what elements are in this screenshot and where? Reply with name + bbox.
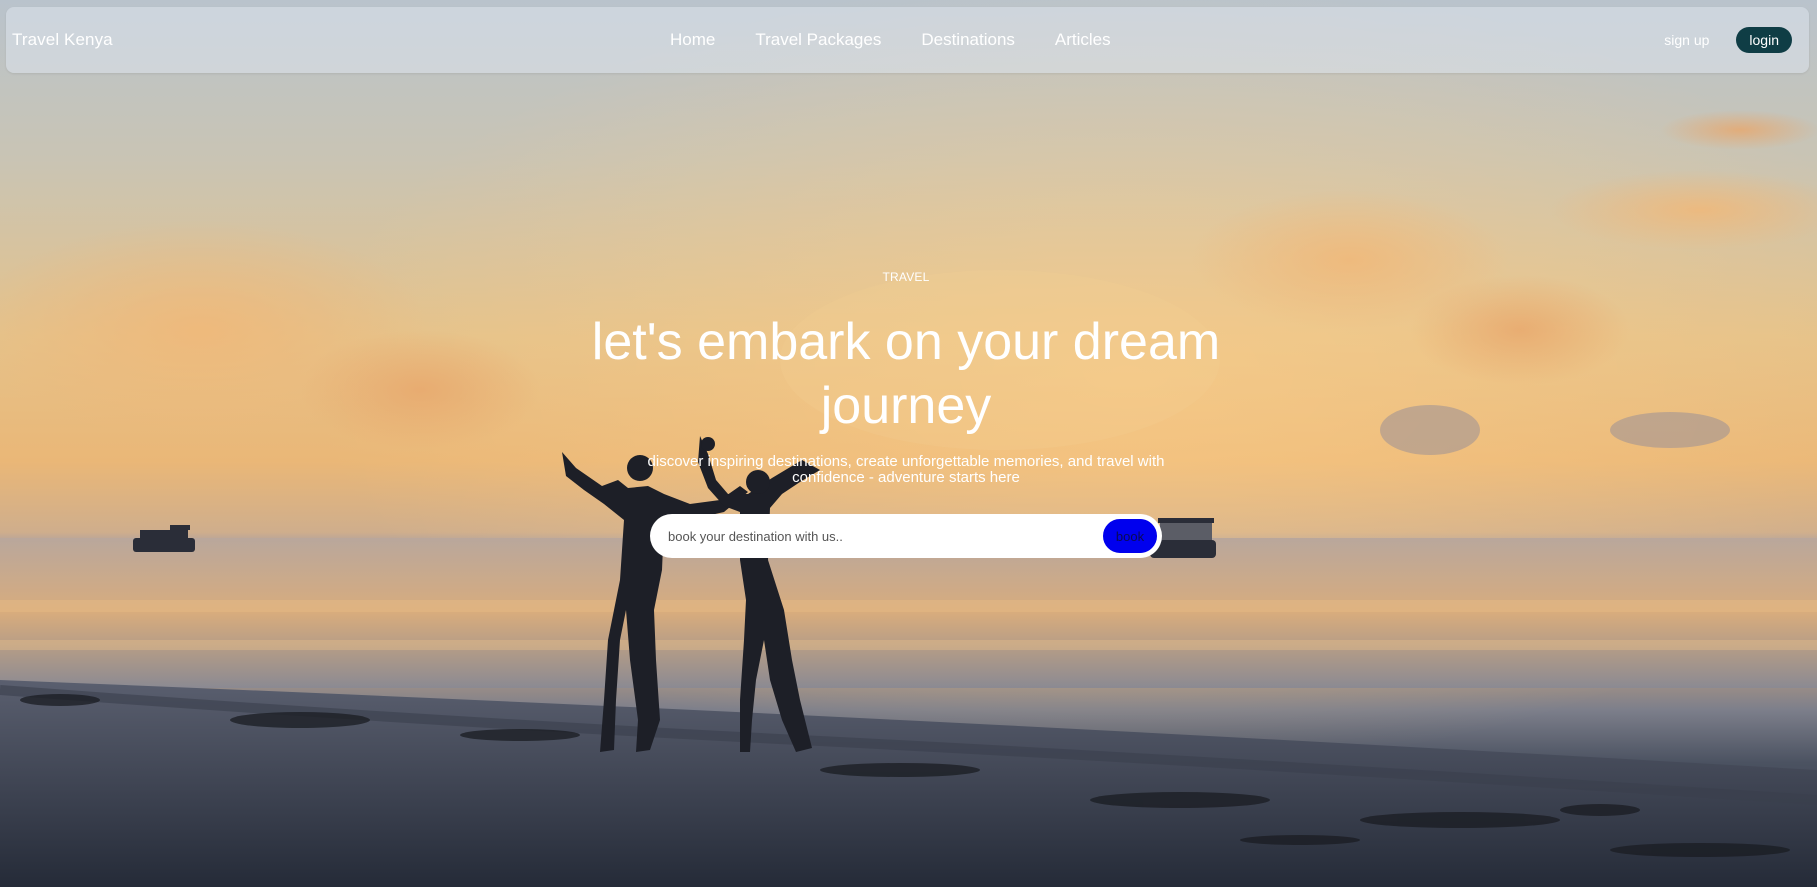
hero-eyebrow: TRAVEL — [882, 270, 930, 284]
destination-search-input[interactable] — [668, 514, 1068, 558]
hero-subtext: discover inspiring destinations, create … — [647, 453, 1165, 486]
hero-headline: let's embark on your dream journey — [591, 313, 1221, 435]
book-button[interactable]: book — [1101, 517, 1159, 555]
destination-search-bar: book — [650, 514, 1162, 558]
hero-content: TRAVEL let's embark on your dream journe… — [0, 0, 1817, 887]
landing-page: Travel Kenya Home Travel Packages Destin… — [0, 0, 1817, 887]
